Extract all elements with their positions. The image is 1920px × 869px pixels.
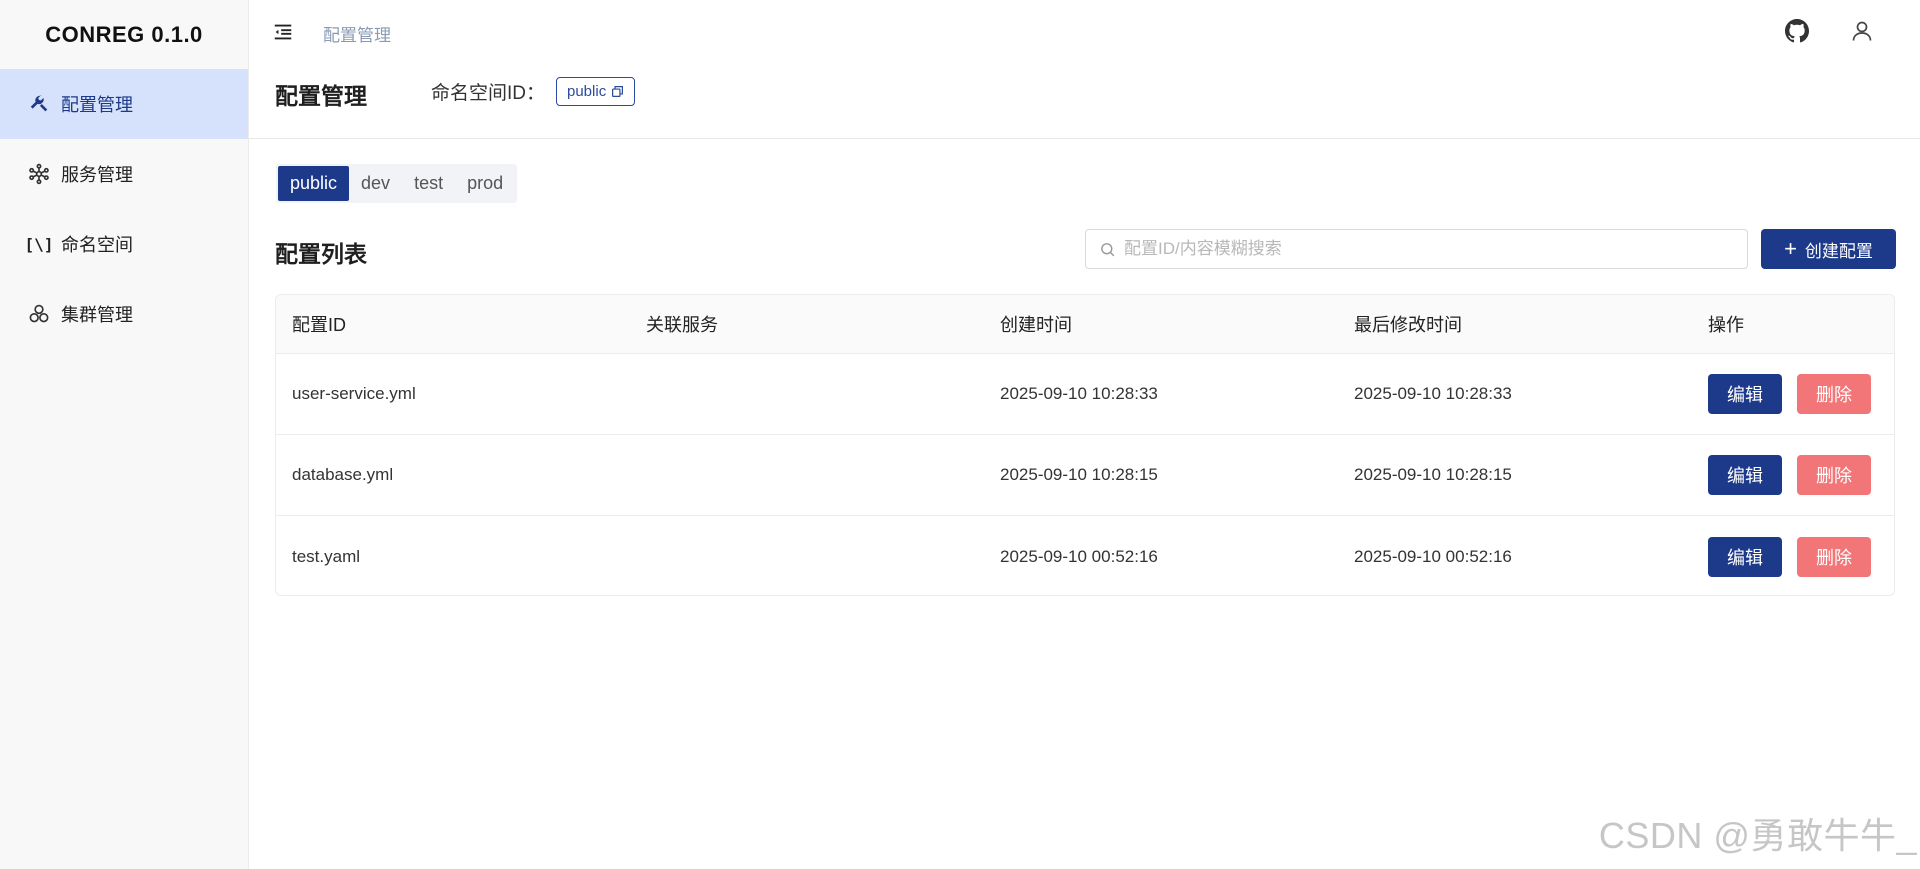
config-list-title: 配置列表 [275, 241, 367, 267]
modified-time-cell: 2025-09-10 10:28:33 [1354, 384, 1512, 403]
column-header-modified: 最后修改时间 [1354, 315, 1462, 335]
page-header: 配置管理 命名空间ID： public [249, 64, 1920, 139]
page-title: 配置管理 [275, 83, 367, 109]
actions-cell: 编辑 删除 [1692, 455, 1894, 495]
breadcrumb[interactable]: 配置管理 [323, 21, 391, 46]
github-icon[interactable] [1785, 19, 1809, 43]
modified-time-cell: 2025-09-10 00:52:16 [1354, 546, 1512, 566]
actions-cell: 编辑 删除 [1692, 374, 1894, 414]
tab-prod[interactable]: prod [455, 166, 515, 201]
delete-button[interactable]: 删除 [1797, 374, 1871, 414]
created-time-cell: 2025-09-10 00:52:16 [1000, 546, 1158, 566]
created-time-cell: 2025-09-10 10:28:33 [1000, 384, 1158, 403]
config-id-cell: user-service.yml [292, 384, 416, 403]
create-config-button[interactable]: + 创建配置 [1761, 229, 1896, 269]
namespace-icon: [\] [24, 234, 54, 254]
sidebar-item-cluster[interactable]: 集群管理 [0, 279, 248, 349]
table-row: test.yaml 2025-09-10 00:52:16 2025-09-10… [276, 516, 1894, 595]
app-root: CONREG 0.1.0 配置管理 服务管理 [\] 命名空间 集群管理 配置管… [0, 0, 1920, 869]
tab-public[interactable]: public [278, 166, 350, 201]
cluster-icon [28, 303, 50, 325]
sidebar-item-config[interactable]: 配置管理 [0, 69, 248, 139]
menu-fold-icon[interactable] [272, 21, 294, 43]
column-header-config-id: 配置ID [292, 315, 346, 335]
modified-time-cell: 2025-09-10 10:28:15 [1354, 465, 1512, 484]
table-row: database.yml 2025-09-10 10:28:15 2025-09… [276, 435, 1894, 516]
search-input[interactable] [1124, 239, 1724, 259]
edit-button[interactable]: 编辑 [1708, 374, 1782, 414]
sidebar-item-label: 配置管理 [61, 95, 133, 115]
top-bar: 配置管理 [249, 0, 1920, 64]
plus-icon: + [1784, 236, 1797, 261]
sidebar-item-services[interactable]: 服务管理 [0, 139, 248, 209]
table-header: 配置ID 关联服务 创建时间 最后修改时间 操作 [276, 295, 1894, 354]
edit-button[interactable]: 编辑 [1708, 455, 1782, 495]
config-table: 配置ID 关联服务 创建时间 最后修改时间 操作 user-service.ym… [275, 294, 1895, 596]
column-header-created: 创建时间 [1000, 315, 1072, 335]
sidebar-item-label: 命名空间 [61, 235, 133, 255]
sidebar: CONREG 0.1.0 配置管理 服务管理 [\] 命名空间 集群管理 [0, 0, 249, 869]
environment-tabs: public dev test prod [276, 164, 518, 203]
user-icon[interactable] [1850, 19, 1874, 43]
delete-button[interactable]: 删除 [1797, 536, 1871, 577]
app-logo: CONREG 0.1.0 [45, 21, 203, 47]
config-id-cell: test.yaml [292, 546, 361, 566]
tools-icon [28, 93, 50, 115]
delete-button[interactable]: 删除 [1797, 455, 1871, 495]
namespace-label: 命名空间ID： [431, 83, 546, 104]
create-config-label: 创建配置 [1804, 241, 1873, 261]
tab-dev[interactable]: dev [349, 166, 402, 201]
tab-test[interactable]: test [402, 166, 455, 201]
config-id-cell: database.yml [292, 465, 394, 484]
network-icon [28, 163, 50, 185]
actions-cell: 编辑 删除 [1692, 536, 1894, 577]
copy-icon [612, 86, 624, 97]
search-box [1085, 229, 1748, 269]
created-time-cell: 2025-09-10 10:28:15 [1000, 465, 1158, 484]
watermark: CSDN @勇敢牛牛_ [1598, 815, 1917, 856]
column-header-service: 关联服务 [646, 315, 718, 335]
table-row: user-service.yml 2025-09-10 10:28:33 202… [276, 354, 1894, 435]
sidebar-item-namespace[interactable]: [\] 命名空间 [0, 209, 248, 279]
edit-button[interactable]: 编辑 [1708, 536, 1782, 577]
sidebar-item-label: 服务管理 [61, 165, 133, 185]
namespace-id-value: public [567, 83, 607, 100]
namespace-id-tag[interactable]: public [556, 77, 636, 106]
column-header-actions: 操作 [1708, 315, 1744, 335]
sidebar-item-label: 集群管理 [61, 305, 133, 325]
search-icon [1101, 242, 1115, 256]
